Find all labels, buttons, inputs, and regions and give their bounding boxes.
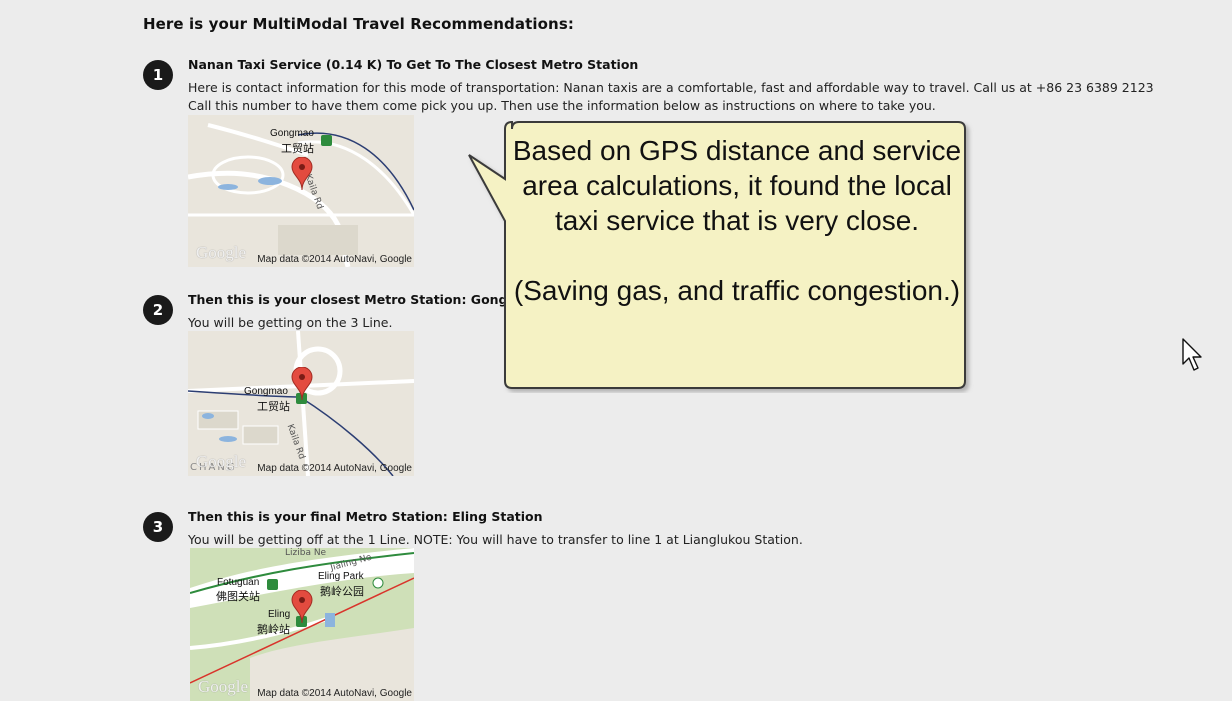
map-pin-icon bbox=[291, 590, 313, 624]
map-pin-icon bbox=[291, 157, 313, 191]
map-thumbnail-taxi[interactable]: Gongmao 工贸站 Kaila Rd Google Map data ©20… bbox=[188, 115, 414, 267]
step-description-line: You will be getting on the 3 Line. bbox=[188, 315, 393, 330]
map-label: 工贸站 bbox=[281, 142, 314, 155]
map-label: 鹅岭站 bbox=[257, 623, 290, 636]
page-title: Here is your MultiModal Travel Recommend… bbox=[143, 15, 574, 33]
google-logo: Google bbox=[196, 452, 247, 471]
mouse-pointer-icon bbox=[1182, 338, 1202, 371]
step-heading: Nanan Taxi Service (0.14 K) To Get To Th… bbox=[188, 57, 639, 72]
google-logo: Google bbox=[198, 677, 249, 696]
map-credit: Map data ©2014 AutoNavi, Google bbox=[257, 254, 412, 265]
step-number-badge: 2 bbox=[143, 295, 173, 325]
metro-station-icon bbox=[267, 579, 278, 590]
step-description-line: Here is contact information for this mod… bbox=[188, 80, 1154, 95]
map-label: Fotuguan bbox=[217, 577, 260, 588]
map-label: 鹅岭公园 bbox=[320, 585, 364, 598]
step-heading: Then this is your final Metro Station: E… bbox=[188, 509, 543, 524]
map-label: Eling Park bbox=[318, 571, 364, 582]
map-label: Liziba Ne bbox=[285, 548, 327, 558]
map-label: 佛图关站 bbox=[216, 590, 260, 603]
google-logo: Google bbox=[196, 243, 247, 262]
map-pin-icon bbox=[291, 367, 313, 401]
map-thumbnail-metro-start[interactable]: Gongmao 工贸站 Kaila Rd CHANG Google Map da… bbox=[188, 331, 414, 476]
map-credit: Map data ©2014 AutoNavi, Google bbox=[257, 688, 412, 699]
map-thumbnail-metro-end[interactable]: Liziba Ne Jialing Ne Fotuguan 佛图关站 Eling… bbox=[190, 548, 414, 701]
speech-callout: Based on GPS distance and service area c… bbox=[464, 121, 974, 393]
map-label: 工贸站 bbox=[257, 400, 290, 413]
step-number-badge: 1 bbox=[143, 60, 173, 90]
map-label: Gongmao bbox=[244, 386, 288, 397]
step-description-line: You will be getting off at the 1 Line. N… bbox=[188, 532, 803, 547]
metro-station-icon bbox=[321, 135, 332, 146]
map-label: Gongmao bbox=[270, 128, 314, 139]
map-credit: Map data ©2014 AutoNavi, Google bbox=[257, 463, 412, 474]
map-label: Eling bbox=[268, 609, 291, 620]
callout-text: Based on GPS distance and service area c… bbox=[512, 135, 962, 306]
step-description-line: Call this number to have them come pick … bbox=[188, 98, 936, 113]
step-number-badge: 3 bbox=[143, 512, 173, 542]
